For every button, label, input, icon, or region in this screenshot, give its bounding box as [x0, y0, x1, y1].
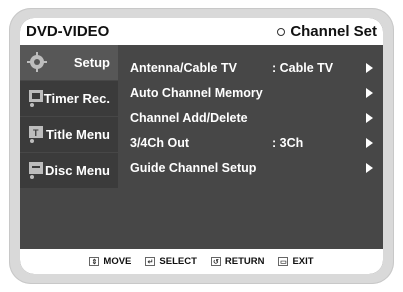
- right-arrow-icon: [366, 138, 373, 148]
- menu-item-label: 3/4Ch Out: [130, 135, 190, 150]
- return-icon: ↺: [210, 257, 221, 266]
- menu-item-label: Channel Add/Delete: [130, 110, 248, 125]
- menu-item-auto-channel-memory[interactable]: Auto Channel Memory: [130, 80, 383, 105]
- exit-icon: ▭: [278, 257, 289, 266]
- hint-label: RETURN: [224, 256, 265, 267]
- right-arrow-icon: [366, 88, 373, 98]
- hint-label: SELECT: [159, 256, 197, 267]
- hint-return: ↺ RETURN: [210, 256, 265, 267]
- timer-icon: [29, 90, 43, 107]
- disc-menu-icon: [29, 162, 43, 179]
- menu-item-value: : Cable TV: [272, 60, 334, 75]
- right-arrow-icon: [366, 163, 373, 173]
- sidebar-item-label: Title Menu: [45, 127, 110, 142]
- select-icon: ↵: [145, 257, 156, 266]
- sidebar-item-label: Timer Rec.: [43, 91, 110, 106]
- right-arrow-icon: [366, 113, 373, 123]
- menu-item-guide-channel-setup[interactable]: Guide Channel Setup: [130, 155, 383, 180]
- move-icon: ⇕: [89, 257, 100, 266]
- screen-title: Channel Set: [290, 23, 377, 40]
- menu-item-antenna-cable-tv[interactable]: Antenna/Cable TV : Cable TV: [130, 55, 383, 80]
- hint-label: MOVE: [103, 256, 132, 267]
- right-arrow-icon: [366, 63, 373, 73]
- sidebar-item-setup[interactable]: Setup: [20, 45, 118, 80]
- hint-select: ↵ SELECT: [145, 256, 197, 267]
- sidebar-item-disc-menu[interactable]: Disc Menu: [20, 153, 118, 188]
- menu-item-channel-add-delete[interactable]: Channel Add/Delete: [130, 105, 383, 130]
- svg-text:T: T: [33, 128, 39, 138]
- hint-label: EXIT: [292, 256, 314, 267]
- menu-item-label: Auto Channel Memory: [130, 85, 263, 100]
- menu-item-value: : 3Ch: [272, 135, 304, 150]
- hint-move: ⇕ MOVE: [89, 256, 131, 267]
- sidebar-item-timer-rec[interactable]: Timer Rec.: [20, 81, 118, 116]
- gear-icon: [27, 52, 47, 72]
- sidebar-item-label: Disc Menu: [44, 163, 110, 178]
- hint-exit: ▭ EXIT: [278, 256, 314, 267]
- channel-set-menu: Antenna/Cable TV : Cable TV Auto Channel…: [130, 55, 383, 180]
- sidebar: Setup Timer Rec. T Title Menu Disc Menu: [20, 45, 118, 189]
- mode-label: DVD-VIDEO: [26, 23, 110, 40]
- footer-hints: ⇕ MOVE ↵ SELECT ↺ RETURN ▭ EXIT: [20, 249, 383, 274]
- osd-screen: DVD-VIDEO Channel Set Setup Timer Rec. T…: [20, 18, 383, 274]
- header-bar: DVD-VIDEO Channel Set: [20, 18, 383, 45]
- menu-item-label: Antenna/Cable TV: [130, 60, 237, 75]
- header-right: Channel Set: [277, 23, 377, 40]
- circle-icon: [277, 27, 286, 36]
- sidebar-item-label: Setup: [73, 55, 110, 70]
- menu-item-label: Guide Channel Setup: [130, 160, 257, 175]
- sidebar-item-title-menu[interactable]: T Title Menu: [20, 117, 118, 152]
- title-menu-icon: T: [29, 126, 43, 143]
- menu-item-3-4ch-out[interactable]: 3/4Ch Out : 3Ch: [130, 130, 383, 155]
